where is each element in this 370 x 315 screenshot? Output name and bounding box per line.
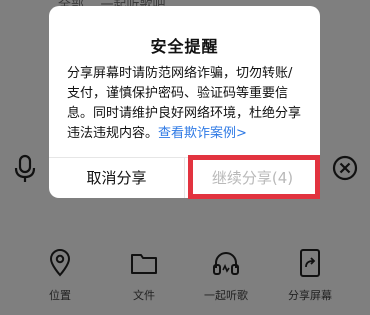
- tool-location[interactable]: 位置: [25, 248, 95, 303]
- continue-share-highlight: [188, 155, 320, 199]
- tool-label-screen-share: 分享屏幕: [288, 289, 332, 302]
- tool-file[interactable]: 文件: [109, 248, 179, 303]
- fraud-cases-link[interactable]: 查看欺诈案例>: [158, 126, 247, 141]
- tool-screen-share[interactable]: 分享屏幕: [275, 248, 345, 303]
- screen-share-icon: [300, 249, 320, 277]
- dialog-title: 安全提醒: [150, 37, 219, 56]
- tool-label-file: 文件: [133, 289, 155, 302]
- tool-label-location: 位置: [49, 289, 71, 302]
- tool-listen-together[interactable]: 一起听歌: [191, 248, 261, 303]
- headphones-icon: [213, 252, 239, 275]
- cancel-share-button[interactable]: 取消分享: [49, 158, 184, 198]
- microphone-icon[interactable]: [12, 154, 38, 188]
- folder-icon: [131, 254, 157, 274]
- dialog-body: 分享屏幕时请防范网络诈骗，切勿转账/支付，谨慎保护密码、验证码等重要信息。同时请…: [67, 64, 304, 144]
- close-circle-icon[interactable]: [331, 154, 359, 186]
- share-toolbar: 位置 文件 一起听歌 分享屏幕: [0, 240, 370, 315]
- location-pin-icon: [49, 249, 71, 277]
- tool-label-listen-together: 一起听歌: [204, 289, 248, 302]
